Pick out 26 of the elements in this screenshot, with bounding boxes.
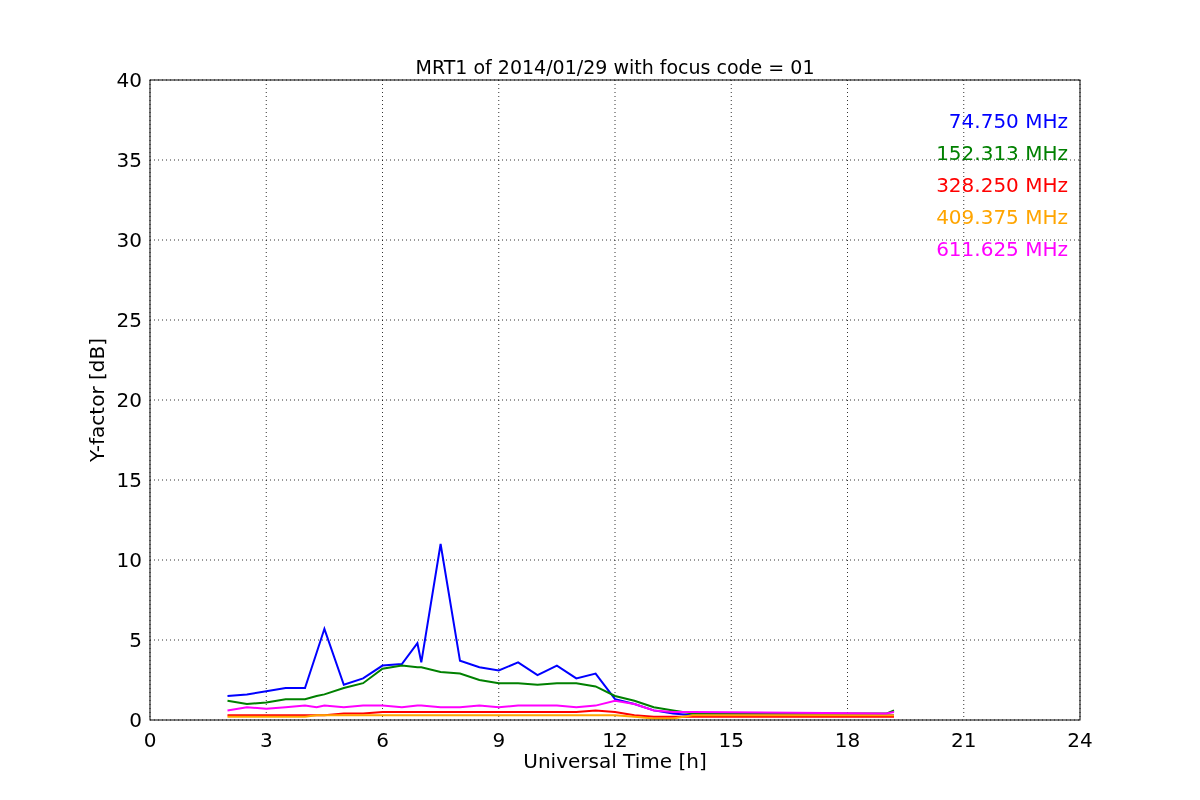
x-axis-label: Universal Time [h] xyxy=(523,749,707,773)
x-tick-label: 6 xyxy=(376,728,389,752)
x-tick-label: 18 xyxy=(834,728,861,752)
y-tick-label: 20 xyxy=(116,388,142,412)
y-tick-label: 15 xyxy=(116,468,142,492)
x-tick-label: 24 xyxy=(1067,728,1093,752)
y-axis-label: Y-factor [dB] xyxy=(85,338,109,462)
legend-label: 328.250 MHz xyxy=(936,173,1068,197)
x-tick-label: 3 xyxy=(259,728,273,752)
x-tick-label: 15 xyxy=(718,728,744,752)
y-tick-label: 35 xyxy=(116,148,142,172)
y-tick-label: 30 xyxy=(116,228,142,252)
y-tick-label: 5 xyxy=(129,628,142,652)
x-tick-label: 21 xyxy=(951,728,977,752)
legend-label: 611.625 MHz xyxy=(936,237,1068,261)
x-tick-label: 0 xyxy=(143,728,157,752)
y-tick-label: 25 xyxy=(116,308,142,332)
legend-label: 74.750 MHz xyxy=(948,109,1068,133)
y-tick-label: 0 xyxy=(129,708,142,732)
x-tick-label: 12 xyxy=(602,728,628,752)
y-tick-label: 40 xyxy=(116,68,142,92)
chart-title: MRT1 of 2014/01/29 with focus code = 01 xyxy=(415,56,815,78)
legend-label: 152.313 MHz xyxy=(936,141,1068,165)
y-tick-label: 10 xyxy=(116,548,142,572)
x-tick-label: 9 xyxy=(492,728,506,752)
legend-label: 409.375 MHz xyxy=(936,205,1068,229)
